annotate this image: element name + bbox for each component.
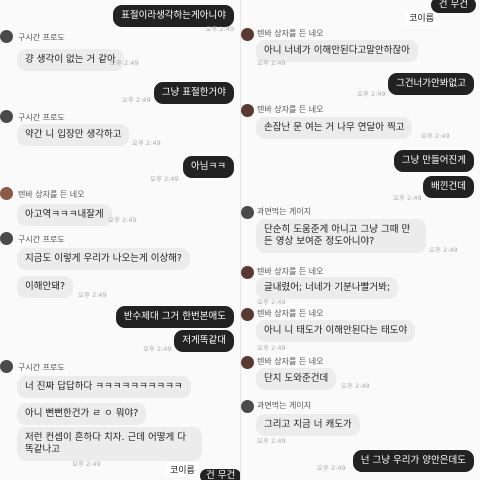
chat-panel-right[interactable]: 코이름 건 무건 텐바 상자를 든 네오 아니 너네가 이해안된다고말안하잖아 … [240, 0, 480, 480]
message-bubble-outgoing: 넌 그냥 우리가 양안은데도 [352, 450, 474, 472]
avatar[interactable] [241, 28, 254, 41]
message-bubble-incoming: 아니 니 태도가 이해안된다는 태도야 [256, 320, 416, 342]
message-bubble-incoming: 지금도 이렇게 우리가 나오는게 이상해? [17, 248, 190, 270]
avatar[interactable] [241, 104, 254, 117]
sender-name: 구시간 프로도 [18, 113, 65, 122]
sender-name: 구시간 프로도 [18, 33, 65, 42]
message-bubble-incoming: 이해안돼? [17, 276, 74, 298]
message-bubble-incoming: 저런 컨셉이 흔하다 치자. 근데 어떻게 다 똑같나고 [17, 427, 202, 461]
sender-name: 텐바 상자를 든 네오 [18, 190, 85, 199]
avatar[interactable] [241, 308, 254, 321]
message-timestamp: 오후 2:49 [108, 216, 137, 224]
message-timestamp: 오후 2:49 [257, 298, 286, 306]
message-bubble-outgoing: 배낀건데 [423, 176, 474, 198]
message-bubble-incoming: 그리고 지금 너 캐도가 [256, 414, 360, 436]
message-bubble-incoming: 손잡난 문 여는 거 나무 연달아 찍고 [256, 117, 413, 139]
message-timestamp: 오후 2:49 [257, 344, 286, 352]
message-bubble-outgoing-partial: 건 무건 [200, 469, 240, 480]
message-timestamp: 오후 2:49 [78, 291, 107, 299]
message-timestamp: 오후 2:49 [421, 132, 450, 140]
message-timestamp: 오후 2:49 [132, 139, 161, 147]
message-timestamp: 오후 2:49 [110, 59, 139, 67]
avatar[interactable] [0, 110, 13, 123]
message-timestamp: 오후 2:49 [150, 175, 179, 183]
message-timestamp: 오후 2:49 [429, 246, 458, 254]
watermark-label: 코이름 [166, 462, 199, 477]
sender-name: 텐바 상자를 든 네오 [257, 29, 324, 38]
message-bubble-outgoing: 저게똑같대 [174, 330, 234, 352]
sender-name: 텐바 상자를 든 네오 [257, 267, 324, 276]
avatar[interactable] [241, 356, 254, 369]
avatar[interactable] [241, 400, 254, 413]
message-timestamp: 오후 2:49 [143, 345, 172, 353]
avatar[interactable] [0, 30, 13, 43]
avatar[interactable] [241, 266, 254, 279]
sender-name: 과면먹는 게이지 [257, 401, 312, 410]
message-bubble-incoming: 아니 뻔뻔한건가 ㄹ ㅇ 뭐야? [17, 403, 147, 425]
message-bubble-outgoing: 아님ㅋㅋ [183, 156, 234, 178]
message-bubble-incoming: 걍 생각이 없는 거 같아 [17, 49, 124, 71]
message-timestamp: 오후 2:49 [357, 90, 386, 98]
message-bubble-incoming: 단순히 도움준게 아니고 그냥 그때 만든 영상 보여준 정도아니야? [256, 219, 426, 253]
message-bubble-incoming: 너 진짜 답답하다 ㅋㅋㅋㅋㅋㅋㅋㅋㅋㅋ [17, 376, 191, 398]
message-bubble-incoming: 단지 도와준건데 [256, 368, 337, 390]
message-timestamp: 오후 2:49 [257, 59, 286, 67]
message-bubble-incoming: 아고역ㅋㅋㅋ내잘게 [17, 204, 112, 226]
sender-name: 텐바 상자를 든 네오 [257, 357, 324, 366]
message-timestamp: 오후 2:49 [72, 460, 101, 468]
message-timestamp: 오후 2:49 [341, 382, 370, 390]
sender-name: 텐바 상자를 든 네오 [257, 309, 324, 318]
message-timestamp: 오후 2:49 [257, 437, 286, 445]
sender-name: 구시간 프로도 [18, 363, 65, 372]
avatar[interactable] [0, 187, 13, 200]
message-bubble-outgoing: 그건너가안봐없고 [388, 73, 474, 95]
sender-name: 구시간 프로도 [18, 235, 65, 244]
message-timestamp: 오후 2:49 [122, 96, 151, 104]
avatar[interactable] [241, 206, 254, 219]
message-bubble-outgoing: 반수제대 그거 한번본애도 [115, 306, 234, 328]
message-bubble-outgoing: 그냥 표절한거야 [153, 82, 234, 104]
sender-name: 과면먹는 게이지 [257, 207, 312, 216]
screenshot-collage: 표절이라생각하는게아니야 오후 2:49 구시간 프로도 걍 생각이 없는 거 … [0, 0, 480, 480]
message-timestamp: 오후 2:49 [393, 194, 422, 202]
watermark-label: 코이름 [405, 10, 438, 25]
message-bubble-outgoing: 그냥 만들어진게 [393, 150, 474, 172]
sender-name: 텐바 상자를 든 네오 [257, 105, 324, 114]
message-bubble-incoming: 약간 니 입장만 생각하고 [17, 124, 130, 146]
message-timestamp: 오후 2:49 [317, 464, 346, 472]
message-timestamp: 오후 2:49 [205, 25, 234, 33]
avatar[interactable] [0, 232, 13, 245]
chat-panel-left[interactable]: 표절이라생각하는게아니야 오후 2:49 구시간 프로도 걍 생각이 없는 거 … [0, 0, 240, 480]
message-bubble-outgoing-partial: 건 무건 [430, 0, 476, 13]
avatar[interactable] [0, 360, 13, 373]
